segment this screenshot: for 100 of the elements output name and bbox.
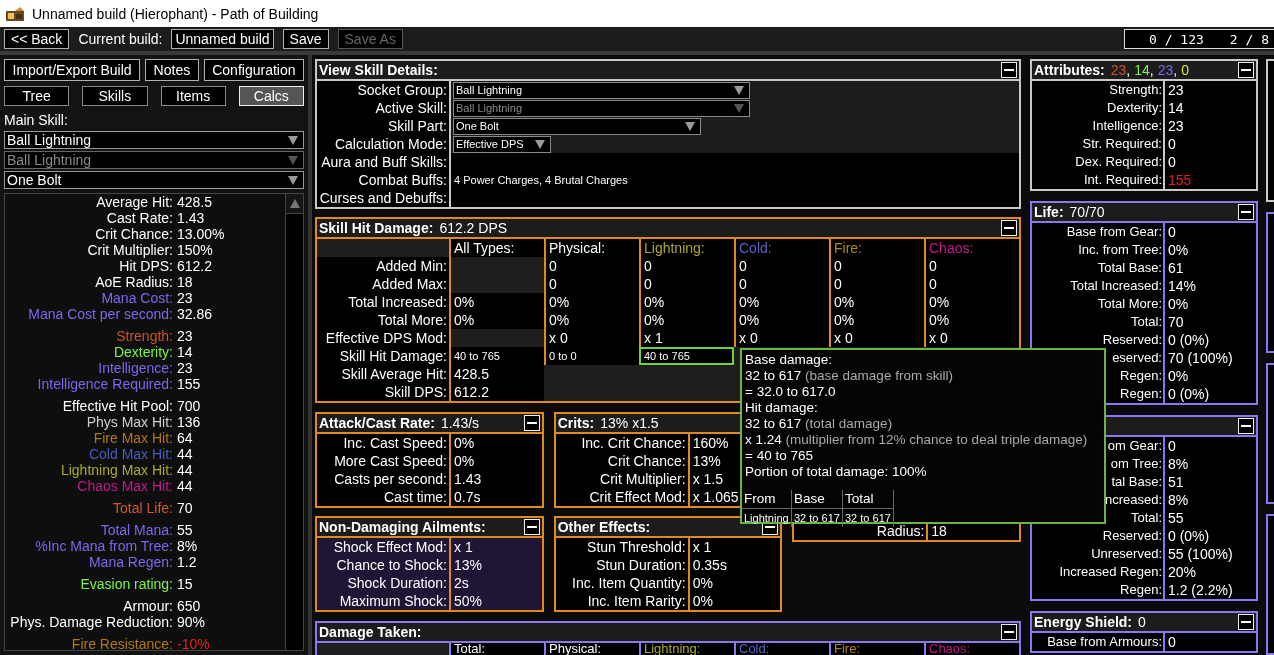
panel-title: Non-Damaging Ailments: [319, 519, 486, 535]
row-label: Maximum Shock: [317, 592, 451, 610]
dropdown[interactable]: One Bolt [4, 171, 304, 189]
collapse-button[interactable] [1001, 62, 1017, 78]
stat-label: Dexterity: [112, 344, 174, 360]
tooltip-line: Portion of total damage: 100% [745, 464, 927, 480]
table-cell: 0% [639, 311, 734, 329]
row-label: Shock Duration: [317, 574, 451, 592]
stat-label: AoE Radius: [94, 274, 174, 290]
minus-icon [1241, 69, 1251, 71]
back-button[interactable]: << Back [4, 29, 70, 49]
toolbar-button[interactable]: Save [282, 29, 329, 49]
tab[interactable]: Items [160, 86, 226, 106]
tab[interactable]: Tree [4, 86, 70, 106]
collapse-button[interactable] [1238, 614, 1254, 630]
nav-button[interactable]: Import/Export Build [4, 59, 141, 81]
panel-title: Life: [1034, 204, 1064, 220]
stat-value: 70 [177, 500, 194, 516]
row-value: 0.35s [692, 556, 727, 574]
table-cell: 0% [639, 293, 734, 311]
row-label: Crit Effect Mod: [555, 488, 690, 506]
row-value: 4 Power Charges, 4 Brutal Charges [454, 173, 628, 188]
collapse-button[interactable] [1001, 624, 1017, 640]
dropdown[interactable]: One Bolt [453, 117, 701, 135]
stat-value: 13.00% [177, 226, 226, 242]
stat-value: 44 [177, 462, 194, 478]
row-value: 14 [1168, 99, 1184, 117]
collapse-button[interactable] [1238, 62, 1254, 78]
row-value: 0% [1168, 241, 1189, 259]
minus-icon [1004, 69, 1014, 71]
stat-label: %Inc Mana from Tree: [34, 538, 174, 554]
column-header: Cold: [739, 240, 772, 256]
stat-label: Armour: [122, 598, 174, 614]
stat-label: Intelligence Required: [36, 376, 174, 392]
stat-value: 1.43 [177, 210, 206, 226]
row-label: Cast time: [317, 488, 451, 506]
row-value: 0 (0%) [1168, 331, 1210, 349]
nav-button[interactable]: Configuration [203, 59, 304, 81]
row-value: 1.43 [454, 470, 482, 488]
stat-value: 155 [177, 376, 202, 392]
row-value: 23 [1168, 117, 1184, 135]
row-label: Skill Average Hit: [340, 365, 448, 383]
stat-label: Cold Max Hit: [87, 446, 174, 462]
table-cell: 0 [639, 275, 734, 293]
row-value: 51 [1168, 473, 1184, 491]
minus-icon [1241, 211, 1251, 213]
stat-value: 23 [177, 360, 194, 376]
table-cell: 0% [924, 293, 1019, 311]
dropdown[interactable]: Ball Lightning [453, 81, 750, 99]
stat-value: 8% [177, 538, 199, 554]
collapse-button[interactable] [523, 415, 540, 431]
main-skill-label: Main Skill: [4, 112, 69, 129]
table-cell: 0 [734, 257, 829, 275]
row-value: 0 (0%) [1168, 385, 1210, 403]
minus-icon [1241, 425, 1251, 427]
row-label: Inc. Cast Speed: [317, 434, 451, 452]
minus-icon [526, 422, 537, 424]
column-header: Physical: [549, 641, 602, 655]
row-label: Curses and Debuffs: [317, 189, 451, 207]
stat-label: Fire Max Hit: [92, 430, 174, 446]
stat-value: 32.86 [177, 306, 214, 322]
scroll-up-button[interactable] [286, 194, 303, 214]
tab[interactable]: Calcs [238, 86, 304, 106]
tab[interactable]: Skills [82, 86, 148, 106]
stat-value: 23 [177, 290, 194, 306]
row-label: Added Max: [371, 275, 448, 293]
row-value: 0 [1168, 135, 1176, 153]
row-value: 8% [1168, 455, 1189, 473]
stat-value: 1.2 [177, 554, 198, 570]
scrollbar[interactable] [285, 194, 303, 650]
collapse-button[interactable] [1238, 418, 1254, 434]
stat-label: Phys. Damage Reduction: [9, 614, 174, 630]
column-header: Fire: [834, 641, 860, 655]
build-name-field[interactable]: Unnamed build [171, 29, 274, 49]
summary-value: 14 [1134, 62, 1150, 78]
row-value: 70 (100%) [1168, 349, 1233, 367]
row-value: 70 [1168, 313, 1184, 331]
collapse-button[interactable] [1238, 204, 1254, 220]
scroll-up-icon[interactable] [289, 199, 300, 208]
panel-title: Attack/Cast Rate: [319, 415, 435, 431]
table-cell: x 0 [544, 329, 639, 347]
summary-separator: , [1149, 62, 1154, 78]
stat-value: 90% [177, 614, 207, 630]
dropdown[interactable]: Effective DPS [453, 135, 551, 153]
column-header: Cold: [739, 641, 770, 655]
table-cell[interactable]: 40 to 765 [639, 347, 734, 365]
nav-button[interactable]: Notes [145, 59, 199, 81]
collapse-button[interactable] [523, 519, 540, 535]
window-title: Unnamed build (Hierophant) - Path of Building [32, 5, 319, 22]
row-value: 14% [1168, 277, 1197, 295]
stat-value: 150% [177, 242, 214, 258]
table-cell: 0 [544, 275, 639, 293]
table-cell[interactable]: 40 to 765 [449, 347, 544, 365]
stat-label: Total Mana: [99, 522, 174, 538]
dropdown[interactable]: Ball Lightning [4, 131, 304, 149]
summary-value: 0 [1181, 62, 1189, 78]
row-label: Combat Buffs: [317, 171, 451, 189]
stat-label: Chaos Max Hit: [76, 478, 174, 494]
caret-icon [535, 139, 545, 149]
collapse-button[interactable] [1001, 220, 1017, 236]
